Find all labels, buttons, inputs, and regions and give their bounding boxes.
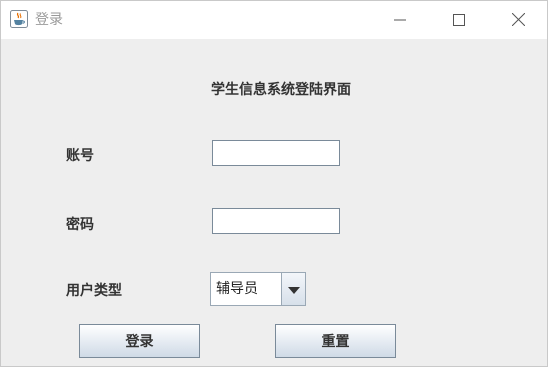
dropdown-arrow-button[interactable] <box>281 273 305 305</box>
usertype-label: 用户类型 <box>66 283 122 299</box>
maximize-button[interactable] <box>436 1 482 39</box>
maximize-icon <box>453 11 465 30</box>
login-window: 登录 学生信息系统登陆界面 账号 密码 用户类型 辅导员 登录 重置 <box>0 0 548 367</box>
close-button[interactable] <box>495 1 541 39</box>
close-icon <box>511 11 525 30</box>
password-label: 密码 <box>66 217 94 233</box>
window-title: 登录 <box>35 12 63 28</box>
java-cup-icon <box>10 10 28 28</box>
password-input[interactable] <box>212 208 340 234</box>
login-button[interactable]: 登录 <box>79 324 200 358</box>
minimize-icon <box>394 11 406 30</box>
reset-button[interactable]: 重置 <box>275 324 396 358</box>
usertype-selected-value: 辅导员 <box>216 281 258 297</box>
usertype-combobox[interactable]: 辅导员 <box>210 272 306 306</box>
account-label: 账号 <box>66 148 94 164</box>
login-form-panel: 学生信息系统登陆界面 账号 密码 用户类型 辅导员 登录 重置 <box>1 39 547 366</box>
minimize-button[interactable] <box>377 1 423 39</box>
account-input[interactable] <box>212 140 340 166</box>
title-bar[interactable]: 登录 <box>1 1 547 39</box>
form-heading: 学生信息系统登陆界面 <box>211 82 351 98</box>
triangle-down-icon <box>287 280 300 299</box>
